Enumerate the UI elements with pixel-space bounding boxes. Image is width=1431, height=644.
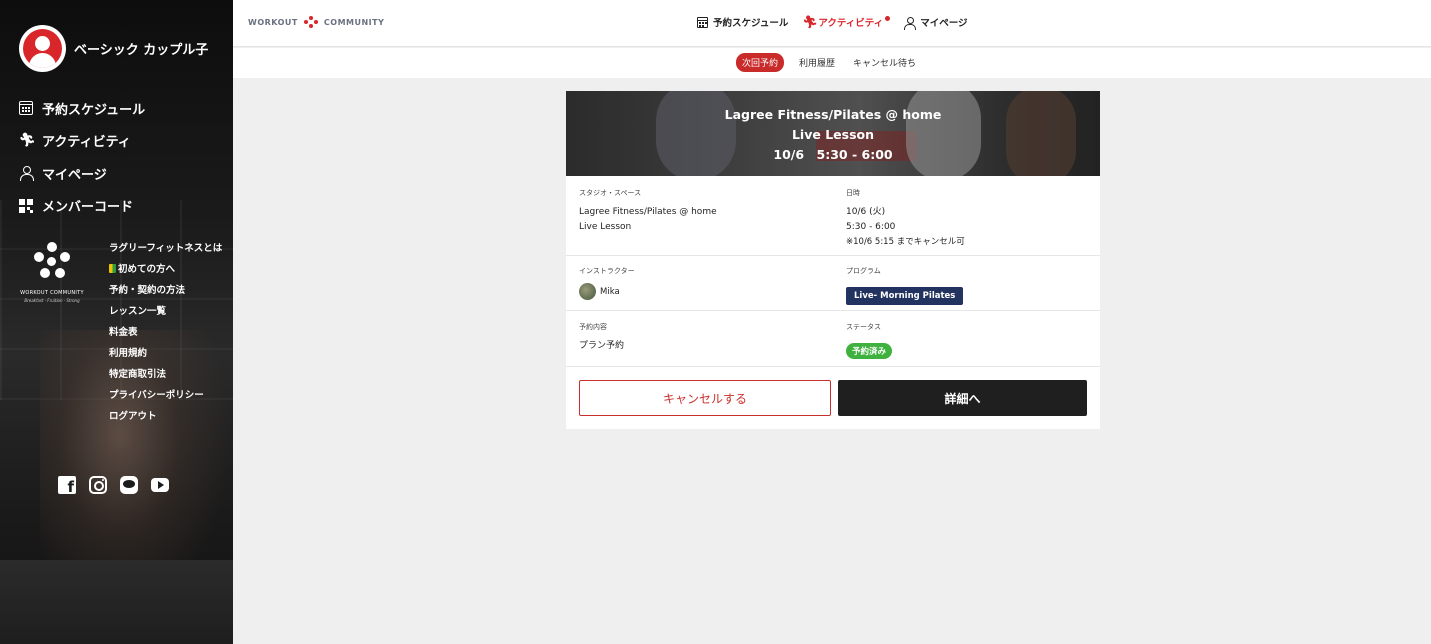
reservation-card: Lagree Fitness/Pilates @ home Live Lesso… xyxy=(566,91,1100,429)
studio-lesson-type: Live Lesson xyxy=(579,222,632,232)
sidebar-item-activity[interactable]: 🏃︎ アクティビティ xyxy=(19,125,145,158)
lesson-date: 10/6 (火) xyxy=(846,207,886,217)
sidebar-item-label: アクティビティ xyxy=(42,135,131,151)
detail-row-instructor-program: インストラクター Mika プログラム Live- Morning Pilate… xyxy=(566,256,1100,311)
lesson-hero-image: Lagree Fitness/Pilates @ home Live Lesso… xyxy=(566,91,1100,176)
program-badge[interactable]: Live- Morning Pilates xyxy=(846,287,964,305)
details-button[interactable]: 詳細へ xyxy=(838,380,1087,416)
link-beginners[interactable]: 初めての方へ xyxy=(109,262,229,277)
hero-lesson-time: 10/6 5:30 - 6:00 xyxy=(773,147,893,162)
link-logout[interactable]: ログアウト xyxy=(109,409,229,424)
qr-code-icon xyxy=(19,198,33,213)
sidebar-item-mypage[interactable]: マイページ xyxy=(19,157,145,190)
instructor-avatar xyxy=(579,283,596,300)
sidebar-item-label: マイページ xyxy=(42,167,107,183)
brand-text-right: COMMUNITY xyxy=(323,17,385,27)
hero-lesson-title: Lagree Fitness/Pilates @ home xyxy=(724,107,942,122)
lesson-time: 5:30 - 6:00 xyxy=(846,222,896,232)
instructor[interactable]: Mika xyxy=(579,283,820,300)
reservation-type-value: プラン予約 xyxy=(579,341,625,351)
notification-dot xyxy=(885,15,891,21)
tab-history[interactable]: 利用履歴 xyxy=(796,53,838,72)
calendar-icon xyxy=(19,101,33,116)
link-lessons[interactable]: レッスン一覧 xyxy=(109,304,229,319)
logo-text: WORKOUT COMMUNITY xyxy=(20,290,84,296)
brand-mark-icon xyxy=(303,16,318,28)
social-links xyxy=(58,476,169,496)
top-nav-schedule[interactable]: 予約スケジュール xyxy=(697,15,788,29)
profile[interactable]: ベーシック カップル子 xyxy=(19,25,208,72)
activity-tabs: 次回予約 利用履歴 キャンセル待ち xyxy=(233,48,1431,78)
link-about[interactable]: ラグリーフィットネスとは xyxy=(109,241,229,256)
link-label: 初めての方へ xyxy=(118,264,176,275)
top-nav-label: 予約スケジュール xyxy=(713,18,789,29)
link-terms[interactable]: 利用規約 xyxy=(109,346,229,361)
cancel-deadline-note: ※10/6 5:15 までキャンセル可 xyxy=(846,237,965,247)
tab-waitlist[interactable]: キャンセル待ち xyxy=(850,53,919,72)
sidebar: ベーシック カップル子 予約スケジュール 🏃︎ アクティビティ マイページ メン… xyxy=(0,0,233,644)
link-pricing[interactable]: 料金表 xyxy=(109,325,229,340)
top-nav-mypage[interactable]: マイページ xyxy=(904,15,968,30)
hero-lesson-type: Live Lesson xyxy=(791,127,875,142)
sidebar-background-floor xyxy=(0,560,233,644)
top-nav-activity[interactable]: 🏃︎ アクティビティ xyxy=(802,14,891,29)
brand-text-left: WORKOUT xyxy=(248,17,298,27)
detail-row-reservation-status: 予約内容 プラン予約 ステータス 予約済み xyxy=(566,311,1100,367)
datetime-label: 日時 xyxy=(846,189,860,197)
logo-subtext: Breakfast · Fruition · Strong xyxy=(24,298,80,303)
beginner-mark-icon xyxy=(109,264,116,273)
top-nav: 予約スケジュール 🏃︎ アクティビティ マイページ xyxy=(697,14,968,30)
instructor-name: Mika xyxy=(600,286,620,297)
running-icon: 🏃︎ xyxy=(802,14,818,29)
tab-next-reservation[interactable]: 次回予約 xyxy=(736,53,785,72)
top-header: WORKOUT COMMUNITY 予約スケジュール 🏃︎ アクティビティ マイ… xyxy=(233,0,1431,47)
status-badge: 予約済み xyxy=(846,343,893,359)
link-how-to-book[interactable]: 予約・契約の方法 xyxy=(109,283,229,298)
studio-label: スタジオ・スペース xyxy=(579,189,642,197)
link-commercial-law[interactable]: 特定商取引法 xyxy=(109,367,229,382)
status-label: ステータス xyxy=(846,323,881,331)
studio-name: Lagree Fitness/Pilates @ home xyxy=(579,207,717,217)
sidebar-links: ラグリーフィットネスとは 初めての方へ 予約・契約の方法 レッスン一覧 料金表 … xyxy=(109,241,229,430)
sidebar-item-schedule[interactable]: 予約スケジュール xyxy=(19,92,145,125)
top-nav-label: マイページ xyxy=(920,18,968,29)
user-icon xyxy=(19,166,34,182)
reservation-type-label: 予約内容 xyxy=(579,323,607,331)
logo-mark-icon xyxy=(30,240,74,284)
cancel-button[interactable]: キャンセルする xyxy=(579,380,831,416)
youtube-icon[interactable] xyxy=(151,478,169,492)
top-nav-label: アクティビティ xyxy=(818,18,884,29)
calendar-icon xyxy=(697,16,708,28)
card-actions: キャンセルする 詳細へ xyxy=(566,367,1100,416)
avatar[interactable] xyxy=(19,25,66,72)
sidebar-item-label: メンバーコード xyxy=(42,200,134,216)
hero-text: Lagree Fitness/Pilates @ home Live Lesso… xyxy=(566,105,1100,165)
instagram-icon[interactable] xyxy=(89,476,107,494)
sidebar-item-label: 予約スケジュール xyxy=(42,102,146,118)
facebook-icon[interactable] xyxy=(58,476,76,496)
workout-community-logo[interactable]: WORKOUT COMMUNITY Breakfast · Fruition ·… xyxy=(18,240,86,303)
sidebar-nav: 予約スケジュール 🏃︎ アクティビティ マイページ メンバーコード xyxy=(19,92,145,222)
running-icon: 🏃︎ xyxy=(19,132,36,148)
user-icon xyxy=(904,16,917,30)
instructor-label: インストラクター xyxy=(579,267,635,275)
brand-logo[interactable]: WORKOUT COMMUNITY xyxy=(248,16,384,28)
program-label: プログラム xyxy=(846,267,881,275)
sidebar-item-member-code[interactable]: メンバーコード xyxy=(19,190,145,223)
detail-row-studio-datetime: スタジオ・スペース Lagree Fitness/Pilates @ home … xyxy=(566,176,1100,256)
profile-name: ベーシック カップル子 xyxy=(74,43,209,58)
link-privacy[interactable]: プライバシーポリシー xyxy=(109,388,229,403)
line-icon[interactable] xyxy=(120,476,138,494)
